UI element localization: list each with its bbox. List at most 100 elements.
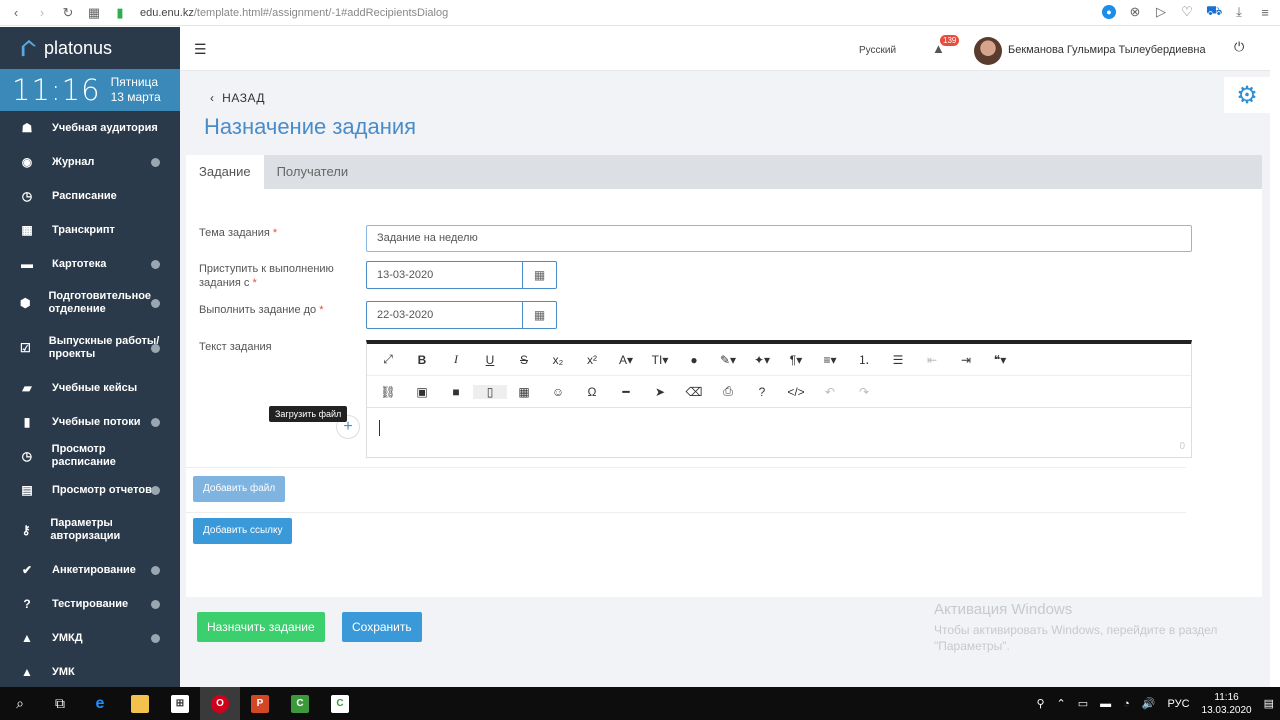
calendar-icon[interactable]: ▦ <box>523 262 556 288</box>
camtasia-icon[interactable]: C <box>280 687 320 720</box>
wifi-icon[interactable]: ◔ <box>1123 698 1130 710</box>
tabs-grid-icon[interactable]: ▦ <box>84 5 104 21</box>
redo-icon[interactable]: ↷ <box>847 385 881 399</box>
back-link[interactable]: ‹ НАЗАД <box>210 91 265 105</box>
upload-file-icon[interactable]: ▯ <box>473 384 507 399</box>
ordered-list-icon[interactable]: ⒈ <box>847 351 881 368</box>
download-icon[interactable]: ⤓ <box>1232 4 1246 20</box>
font-family-icon[interactable]: A▾ <box>609 353 643 367</box>
align-icon[interactable]: ≡▾ <box>813 353 847 367</box>
power-icon[interactable]: ⏻ <box>1234 39 1244 55</box>
outdent-icon[interactable]: ⇤ <box>915 353 949 367</box>
paint-brush-icon[interactable]: ✎▾ <box>711 353 745 367</box>
image-icon[interactable]: ▣ <box>405 385 439 399</box>
sidebar-item[interactable]: ▲ УМК <box>0 655 180 687</box>
tab-recipients[interactable]: Получатели <box>264 155 362 189</box>
quote-icon[interactable]: ❝▾ <box>983 353 1017 367</box>
reload-icon[interactable]: ↻ <box>58 5 78 21</box>
opera-icon[interactable]: O <box>200 687 240 720</box>
file-explorer-icon[interactable] <box>120 687 160 720</box>
sidebar-item[interactable]: ▲ УМКД <box>0 621 180 655</box>
tab-assignment[interactable]: Задание <box>186 155 264 189</box>
network-icon[interactable]: ▭ <box>1078 697 1088 710</box>
video-icon[interactable]: ■ <box>439 385 473 399</box>
people-icon[interactable]: ⚲ <box>1036 697 1044 710</box>
start-date-input[interactable]: 13-03-2020 <box>367 262 523 288</box>
camera-icon[interactable]: ● <box>1102 5 1116 19</box>
sidebar-item[interactable]: ▦ Транскрипт <box>0 213 180 247</box>
italic-icon[interactable]: I <box>439 352 473 367</box>
user-name[interactable]: Бекманова Гульмира Тылеубердиевна <box>1008 44 1206 56</box>
tray-clock[interactable]: 11:16 13.03.2020 <box>1202 691 1252 717</box>
add-link-button[interactable]: Добавить ссылку <box>193 518 293 544</box>
emoji-icon[interactable]: ☺ <box>541 385 575 399</box>
cart-icon[interactable]: ⛟ <box>1206 3 1222 21</box>
powerpoint-icon[interactable]: P <box>240 687 280 720</box>
hamburger-icon[interactable]: ☰ <box>194 41 207 58</box>
sidebar-item[interactable]: ▮ Учебные потоки <box>0 405 180 439</box>
sidebar-item[interactable]: ⬢ Подготовительное отделение <box>0 281 180 325</box>
sidebar-item[interactable]: ◉ Журнал <box>0 145 180 179</box>
heart-icon[interactable]: ♡ <box>1180 4 1194 20</box>
calendar-icon[interactable]: ▦ <box>523 302 556 328</box>
due-date-picker[interactable]: 22-03-2020 ▦ <box>366 301 557 329</box>
volume-icon[interactable]: 🔊 <box>1142 697 1156 710</box>
undo-icon[interactable]: ↶ <box>813 385 847 399</box>
send-icon[interactable]: ▷ <box>1154 4 1168 20</box>
sidebar-item[interactable]: ▤ Просмотр отчетов <box>0 473 180 507</box>
sidebar-item[interactable]: ☗ Учебная аудитория <box>0 111 180 145</box>
back-arrow-icon[interactable]: ‹ <box>6 5 26 20</box>
sidebar-item[interactable]: ✔ Анкетирование <box>0 553 180 587</box>
color-drop-icon[interactable]: ● <box>677 353 711 367</box>
font-size-icon[interactable]: TI▾ <box>643 353 677 367</box>
store-icon[interactable]: ⊞ <box>160 687 200 720</box>
eraser-icon[interactable]: ⌫ <box>677 385 711 399</box>
due-date-input[interactable]: 22-03-2020 <box>367 302 523 328</box>
action-center-icon[interactable]: ▤ <box>1264 697 1274 710</box>
sidebar-item[interactable]: ◷ Просмотр расписание <box>0 439 180 473</box>
print-icon[interactable]: ⎙ <box>711 384 745 399</box>
subscript-icon[interactable]: x₂ <box>541 353 575 367</box>
forward-arrow-icon[interactable]: › <box>32 5 52 20</box>
sidebar-item[interactable]: ⚷ Параметры авторизации <box>0 507 180 553</box>
help-icon[interactable]: ? <box>745 385 779 399</box>
input-language[interactable]: РУС <box>1168 698 1190 710</box>
camtasia-recorder-icon[interactable]: C <box>320 687 360 720</box>
assign-button[interactable]: Назначить задание <box>197 612 325 642</box>
unordered-list-icon[interactable]: ☰ <box>881 353 915 367</box>
sidebar-item[interactable]: ▬ Картотека <box>0 247 180 281</box>
menu-icon[interactable]: ≡ <box>1258 5 1272 20</box>
search-icon[interactable]: ⌕ <box>0 687 40 720</box>
language-selector[interactable]: Русский <box>859 45 896 56</box>
chevron-up-icon[interactable]: ⌃ <box>1057 697 1066 710</box>
add-file-button[interactable]: Добавить файл <box>193 476 286 502</box>
sidebar-item[interactable]: ▰ Учебные кейсы <box>0 371 180 405</box>
indent-icon[interactable]: ⇥ <box>949 353 983 367</box>
table-icon[interactable]: ▦ <box>507 385 541 399</box>
code-view-icon[interactable]: </> <box>779 385 813 399</box>
edge-icon[interactable]: e <box>80 687 120 720</box>
task-view-icon[interactable]: ⧉ <box>40 687 80 720</box>
start-date-picker[interactable]: 13-03-2020 ▦ <box>366 261 557 289</box>
fullscreen-icon[interactable]: ⤢ <box>371 352 405 367</box>
bold-icon[interactable]: B <box>405 353 439 367</box>
paragraph-icon[interactable]: ¶▾ <box>779 353 813 367</box>
editor-body[interactable]: 0 <box>367 408 1191 458</box>
special-char-icon[interactable]: Ω <box>575 385 609 399</box>
battery-icon[interactable]: ▬ <box>1100 698 1111 710</box>
avatar[interactable] <box>974 37 1002 65</box>
link-icon[interactable]: ⛓ <box>371 385 405 399</box>
address-bar[interactable]: edu.enu.kz/template.html#/assignment/-1#… <box>140 7 448 19</box>
sidebar-item[interactable]: ◷ Расписание <box>0 179 180 213</box>
magic-icon[interactable]: ✦▾ <box>745 353 779 367</box>
shield-icon[interactable]: ⊗ <box>1128 4 1142 20</box>
topic-input[interactable]: Задание на неделю <box>366 225 1192 252</box>
gear-icon[interactable]: ⚙ <box>1224 77 1270 113</box>
strikethrough-icon[interactable]: S <box>507 353 541 367</box>
sidebar-item[interactable]: ☑ Выпускные работы/ проекты <box>0 325 180 371</box>
select-all-icon[interactable]: ➤ <box>643 385 677 399</box>
underline-icon[interactable]: U <box>473 353 507 367</box>
superscript-icon[interactable]: x² <box>575 353 609 367</box>
save-button[interactable]: Сохранить <box>342 612 422 642</box>
sidebar-item[interactable]: ? Тестирование <box>0 587 180 621</box>
